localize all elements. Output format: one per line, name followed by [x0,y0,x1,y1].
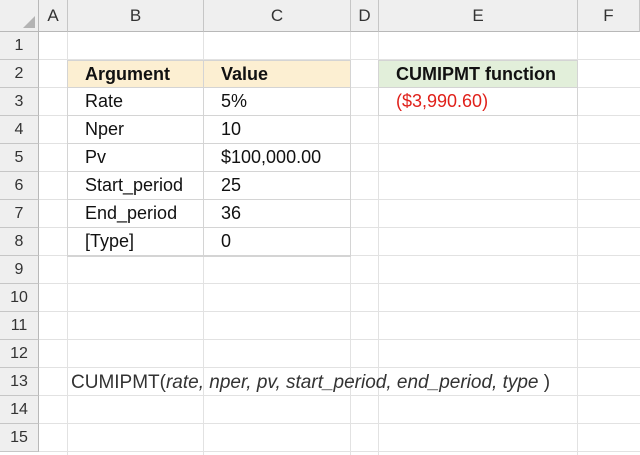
select-all-corner[interactable] [0,0,39,32]
table-cell-argument[interactable]: Start_period [67,171,204,200]
table-cell-argument[interactable]: Rate [67,87,204,116]
gridline [39,395,640,396]
function-arguments: rate, nper, pv, start_period, end_period… [165,372,539,393]
row-header-13[interactable]: 13 [0,368,39,396]
gridline [39,451,640,452]
table-cell-value[interactable]: 10 [203,115,351,144]
column-header-e[interactable]: E [379,0,578,32]
gridline [39,423,640,424]
gridline [39,339,640,340]
table-cell-value[interactable]: $100,000.00 [203,143,351,172]
table-cell-argument[interactable]: Nper [67,115,204,144]
table-cell-value[interactable]: 25 [203,171,351,200]
table-header-value[interactable]: Value [203,60,351,88]
close-paren: ) [538,372,551,393]
table-cell-value[interactable]: 36 [203,199,351,228]
column-header-f[interactable]: F [578,0,640,32]
row-header-4[interactable]: 4 [0,116,39,144]
row-header-6[interactable]: 6 [0,172,39,200]
row-header-3[interactable]: 3 [0,88,39,116]
row-header-7[interactable]: 7 [0,200,39,228]
row-header-2[interactable]: 2 [0,60,39,88]
row-header-14[interactable]: 14 [0,396,39,424]
column-header-a[interactable]: A [39,0,68,32]
table-cell-value[interactable]: 0 [203,227,351,256]
column-header-c[interactable]: C [204,0,351,32]
table-cell-value[interactable]: 5% [203,87,351,116]
table-header-argument[interactable]: Argument [67,60,204,88]
table-cell-argument[interactable]: Pv [67,143,204,172]
row-header-12[interactable]: 12 [0,340,39,368]
row-header-10[interactable]: 10 [0,284,39,312]
row-header-9[interactable]: 9 [0,256,39,284]
table-cell-argument[interactable]: [Type] [67,227,204,256]
row-header-5[interactable]: 5 [0,144,39,172]
row-header-15[interactable]: 15 [0,424,39,452]
function-syntax[interactable]: CUMIPMT(rate, nper, pv, start_period, en… [71,372,550,394]
row-header-1[interactable]: 1 [0,32,39,60]
function-name: CUMIPMT [71,372,160,393]
gridline [39,283,640,284]
row-header-11[interactable]: 11 [0,312,39,340]
gridline [39,311,640,312]
result-value[interactable]: ($3,990.60) [378,87,578,116]
column-header-d[interactable]: D [351,0,379,32]
table-cell-argument[interactable]: End_period [67,199,204,228]
gridline [39,367,640,368]
column-header-b[interactable]: B [68,0,204,32]
row-header-8[interactable]: 8 [0,228,39,256]
result-header[interactable]: CUMIPMT function [378,60,578,88]
select-all-triangle-icon [23,16,35,28]
